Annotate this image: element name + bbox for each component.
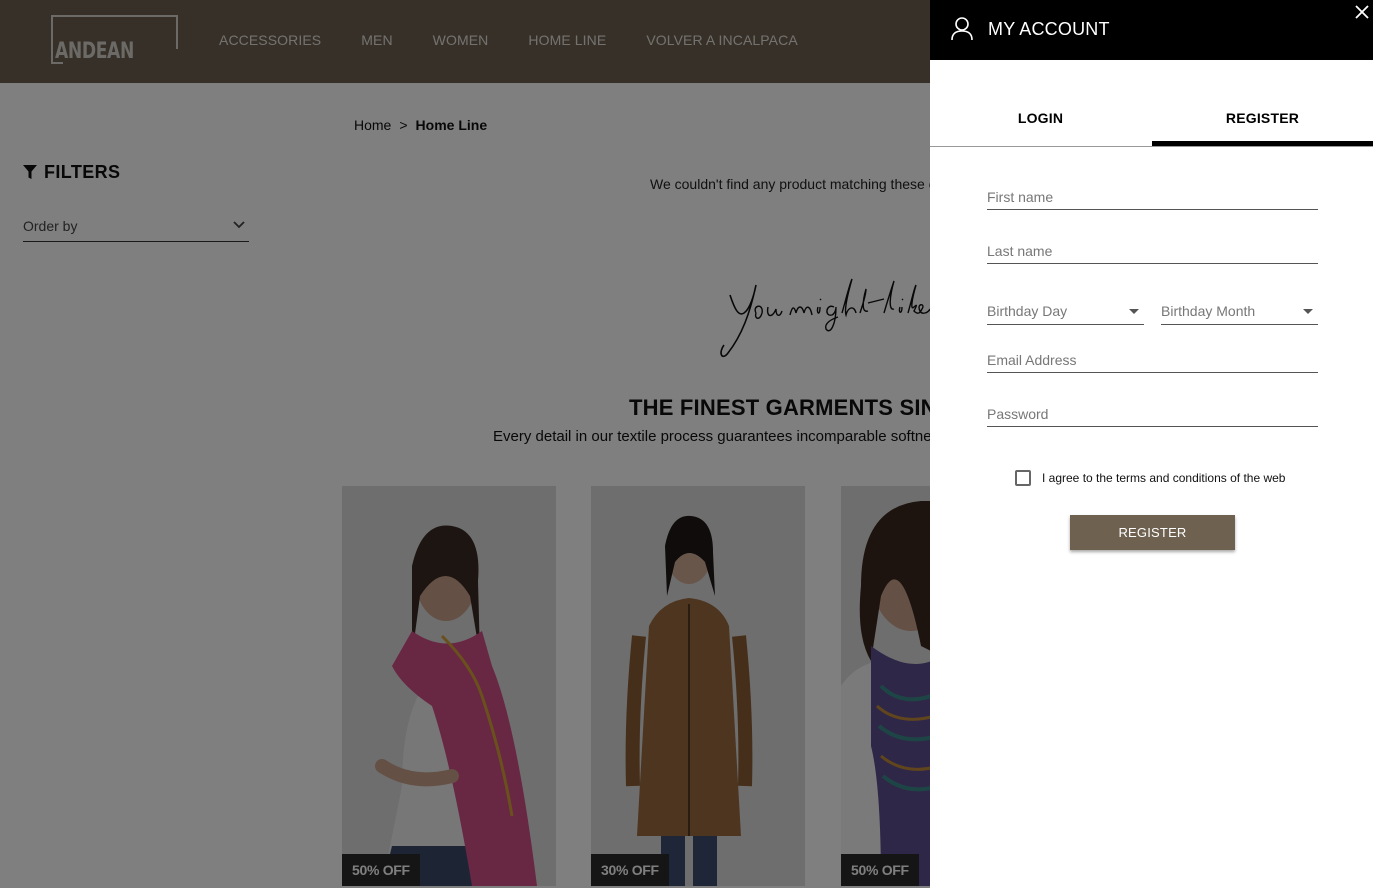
terms-checkbox[interactable] <box>1015 470 1031 486</box>
account-drawer: MY ACCOUNT LOGIN REGISTER Birthday Day B… <box>930 0 1373 888</box>
active-tab-indicator <box>1152 141 1373 146</box>
first-name-input[interactable] <box>987 186 1318 208</box>
email-field <box>987 349 1318 373</box>
register-button[interactable]: REGISTER <box>1070 515 1235 550</box>
caret-down-icon <box>1129 309 1139 314</box>
terms-agreement: I agree to the terms and conditions of t… <box>1015 470 1285 486</box>
birthday-month-label: Birthday Month <box>1161 303 1256 319</box>
password-input[interactable] <box>987 403 1318 425</box>
last-name-field <box>987 240 1318 264</box>
first-name-field <box>987 186 1318 210</box>
tab-login[interactable]: LOGIN <box>930 110 1151 126</box>
drawer-header: MY ACCOUNT <box>930 0 1373 60</box>
birthday-day-label: Birthday Day <box>987 303 1068 319</box>
password-field <box>987 403 1318 427</box>
email-input[interactable] <box>987 349 1318 371</box>
caret-down-icon <box>1303 309 1313 314</box>
birthday-day-select[interactable]: Birthday Day <box>987 303 1144 325</box>
drawer-title: MY ACCOUNT <box>988 19 1110 39</box>
tab-register[interactable]: REGISTER <box>1152 110 1373 126</box>
close-icon[interactable] <box>1352 2 1372 22</box>
terms-label: I agree to the terms and conditions of t… <box>1042 471 1286 485</box>
user-icon <box>951 17 973 41</box>
account-tabs: LOGIN REGISTER <box>930 60 1373 147</box>
birthday-month-select[interactable]: Birthday Month <box>1161 303 1318 325</box>
last-name-input[interactable] <box>987 240 1318 262</box>
